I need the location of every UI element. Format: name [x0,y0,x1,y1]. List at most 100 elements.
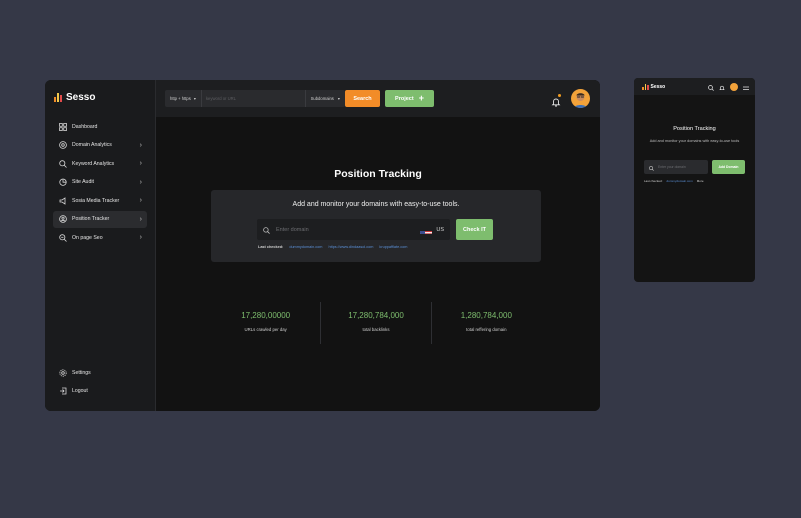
mobile-subtitle: Add and monitor your domains with easy-t… [649,139,740,143]
country-code[interactable]: US [436,227,444,233]
sidebar-item-keyword-analytics[interactable]: Keyword Analytics › [53,155,147,172]
sidebar-item-label: Keyword Analytics [72,160,115,167]
logo-bars-icon [642,83,649,90]
grid-icon [58,122,67,131]
mobile-last-checked-row: Last checked: dummydomain.com More [644,179,704,183]
globe-icon [58,141,67,150]
sidebar: Sesso Dashboard Domain Analytics › Keywo… [45,80,156,411]
user-avatar[interactable] [730,82,738,91]
mobile-page-title: Position Tracking [673,126,716,132]
sidebar-item-domain-analytics[interactable]: Domain Analytics › [53,137,147,154]
search-icon[interactable] [708,78,714,96]
card-subtitle: Add and monitor your domains with easy-t… [292,201,460,208]
user-circle-icon [58,215,67,224]
protocol-value: http + https [170,96,191,101]
stat-total-backlinks: 17,280,784,000 total backlinks [321,302,432,344]
last-checked-label: Last checked: [258,245,284,249]
domain-check-card: Add and monitor your domains with easy-t… [211,190,541,262]
mobile-top-icons [708,78,749,96]
sidebar-item-position-tracker[interactable]: Position Tracker › [53,210,147,228]
search-icon [649,158,654,176]
project-button-label: Project [395,95,414,102]
desktop-app-window: Sesso Dashboard Domain Analytics › Keywo… [45,80,600,411]
pie-chart-icon [58,178,67,187]
search-button[interactable]: Search [345,90,380,107]
last-checked-link[interactable]: kruppafflate.com [379,245,407,249]
page-title: Position Tracking [334,168,422,180]
brand-logo[interactable]: Sesso [54,92,95,103]
stat-value: 17,280,00000 [241,311,291,320]
stat-label: URLs crawled per day [244,327,287,332]
chevron-right-icon: › [139,160,142,167]
sidebar-item-label: Logout [72,388,88,394]
check-it-button[interactable]: Check IT [456,219,493,240]
menu-icon[interactable] [743,78,749,96]
sidebar-bottom-nav: Settings Logout [53,364,147,401]
subdomains-select[interactable]: Subdomains ▾ [304,90,345,107]
sidebar-item-logout[interactable]: Logout [53,383,147,400]
protocol-select[interactable]: http + https ▾ [165,90,202,107]
sidebar-item-settings[interactable]: Settings [53,364,147,381]
domain-placeholder: Enter domain [276,226,309,233]
megaphone-icon [58,196,67,205]
top-search-group: http + https ▾ keyword or URL Subdomains… [165,90,345,107]
sidebar-item-label: Position Tracker [72,216,110,222]
chevron-down-icon: ▾ [193,96,196,101]
last-checked-link[interactable]: dummydomain.com [289,245,322,249]
stat-referring-domains: 1,280,784,000 total reffering domain [432,302,541,344]
notification-dot [558,93,561,97]
add-domain-button[interactable]: Add Domain [712,160,745,174]
stat-value: 1,280,784,000 [460,311,512,320]
brand-name: Sesso [650,83,666,90]
stat-label: total backlinks [362,327,390,332]
notification-bell-icon[interactable] [551,93,561,106]
last-checked-label: Last checked: [644,179,663,183]
sidebar-item-label: On page Seo [72,234,103,241]
domain-input[interactable]: Enter domain US [257,219,450,240]
sidebar-item-dashboard[interactable]: Dashboard [53,118,147,135]
stat-value: 17,280,784,000 [348,311,404,320]
us-flag-icon [420,226,433,234]
mobile-app-window: Sesso Position Tracking Add and monitor … [634,78,755,282]
top-bar: http + https ▾ keyword or URL Subdomains… [156,80,600,117]
logo-bars-icon [54,93,62,102]
chevron-right-icon: › [139,197,142,204]
gear-icon [58,368,67,377]
sidebar-item-label: Dashboard [72,123,98,130]
brand-name: Sesso [66,92,96,103]
project-button[interactable]: Project + [385,90,434,107]
last-checked-link[interactable]: https://www.dindaasol.com [328,245,373,249]
mobile-domain-placeholder: Enter your domain [658,165,686,169]
sidebar-item-site-audit[interactable]: Site Audit › [53,174,147,191]
chevron-down-icon: ▾ [337,96,340,101]
stat-label: total reffering domain [466,327,507,332]
sidebar-item-label: Site Audit [72,179,94,185]
chevron-right-icon: › [139,215,142,223]
sidebar-item-social-media-tracker[interactable]: Sosia Media Tracker › [53,192,147,209]
sidebar-item-label: Settings [72,369,91,376]
notification-bell-icon[interactable] [719,78,725,96]
zoom-icon [58,233,67,242]
mobile-domain-input[interactable]: Enter your domain [644,160,708,174]
sidebar-item-label: Domain Analytics [72,142,112,148]
search-icon [263,221,270,239]
sidebar-nav: Dashboard Domain Analytics › Keyword Ana… [53,118,147,248]
last-checked-row: Last checked: dummydomain.com https://ww… [258,245,407,249]
stat-urls-crawled: 17,280,00000 URLs crawled per day [211,302,322,344]
search-chart-icon [58,159,67,168]
sidebar-item-on-page-seo[interactable]: On page Seo › [53,229,147,246]
chevron-right-icon: › [139,141,142,149]
user-avatar[interactable] [571,89,590,108]
stats-row: 17,280,00000 URLs crawled per day 17,280… [211,302,541,344]
logout-icon [58,387,67,396]
topbar-right [551,89,590,108]
more-link[interactable]: More [697,179,704,183]
last-checked-link[interactable]: dummydomain.com [667,179,693,183]
main-content: http + https ▾ keyword or URL Subdomains… [156,80,600,411]
mobile-brand-logo[interactable]: Sesso [642,83,666,90]
plus-icon: + [418,93,424,103]
sidebar-item-label: Sosia Media Tracker [72,197,120,204]
subdomains-value: Subdomains [310,96,334,101]
mobile-top-bar: Sesso [634,78,755,95]
keyword-input[interactable]: keyword or URL [202,96,305,101]
